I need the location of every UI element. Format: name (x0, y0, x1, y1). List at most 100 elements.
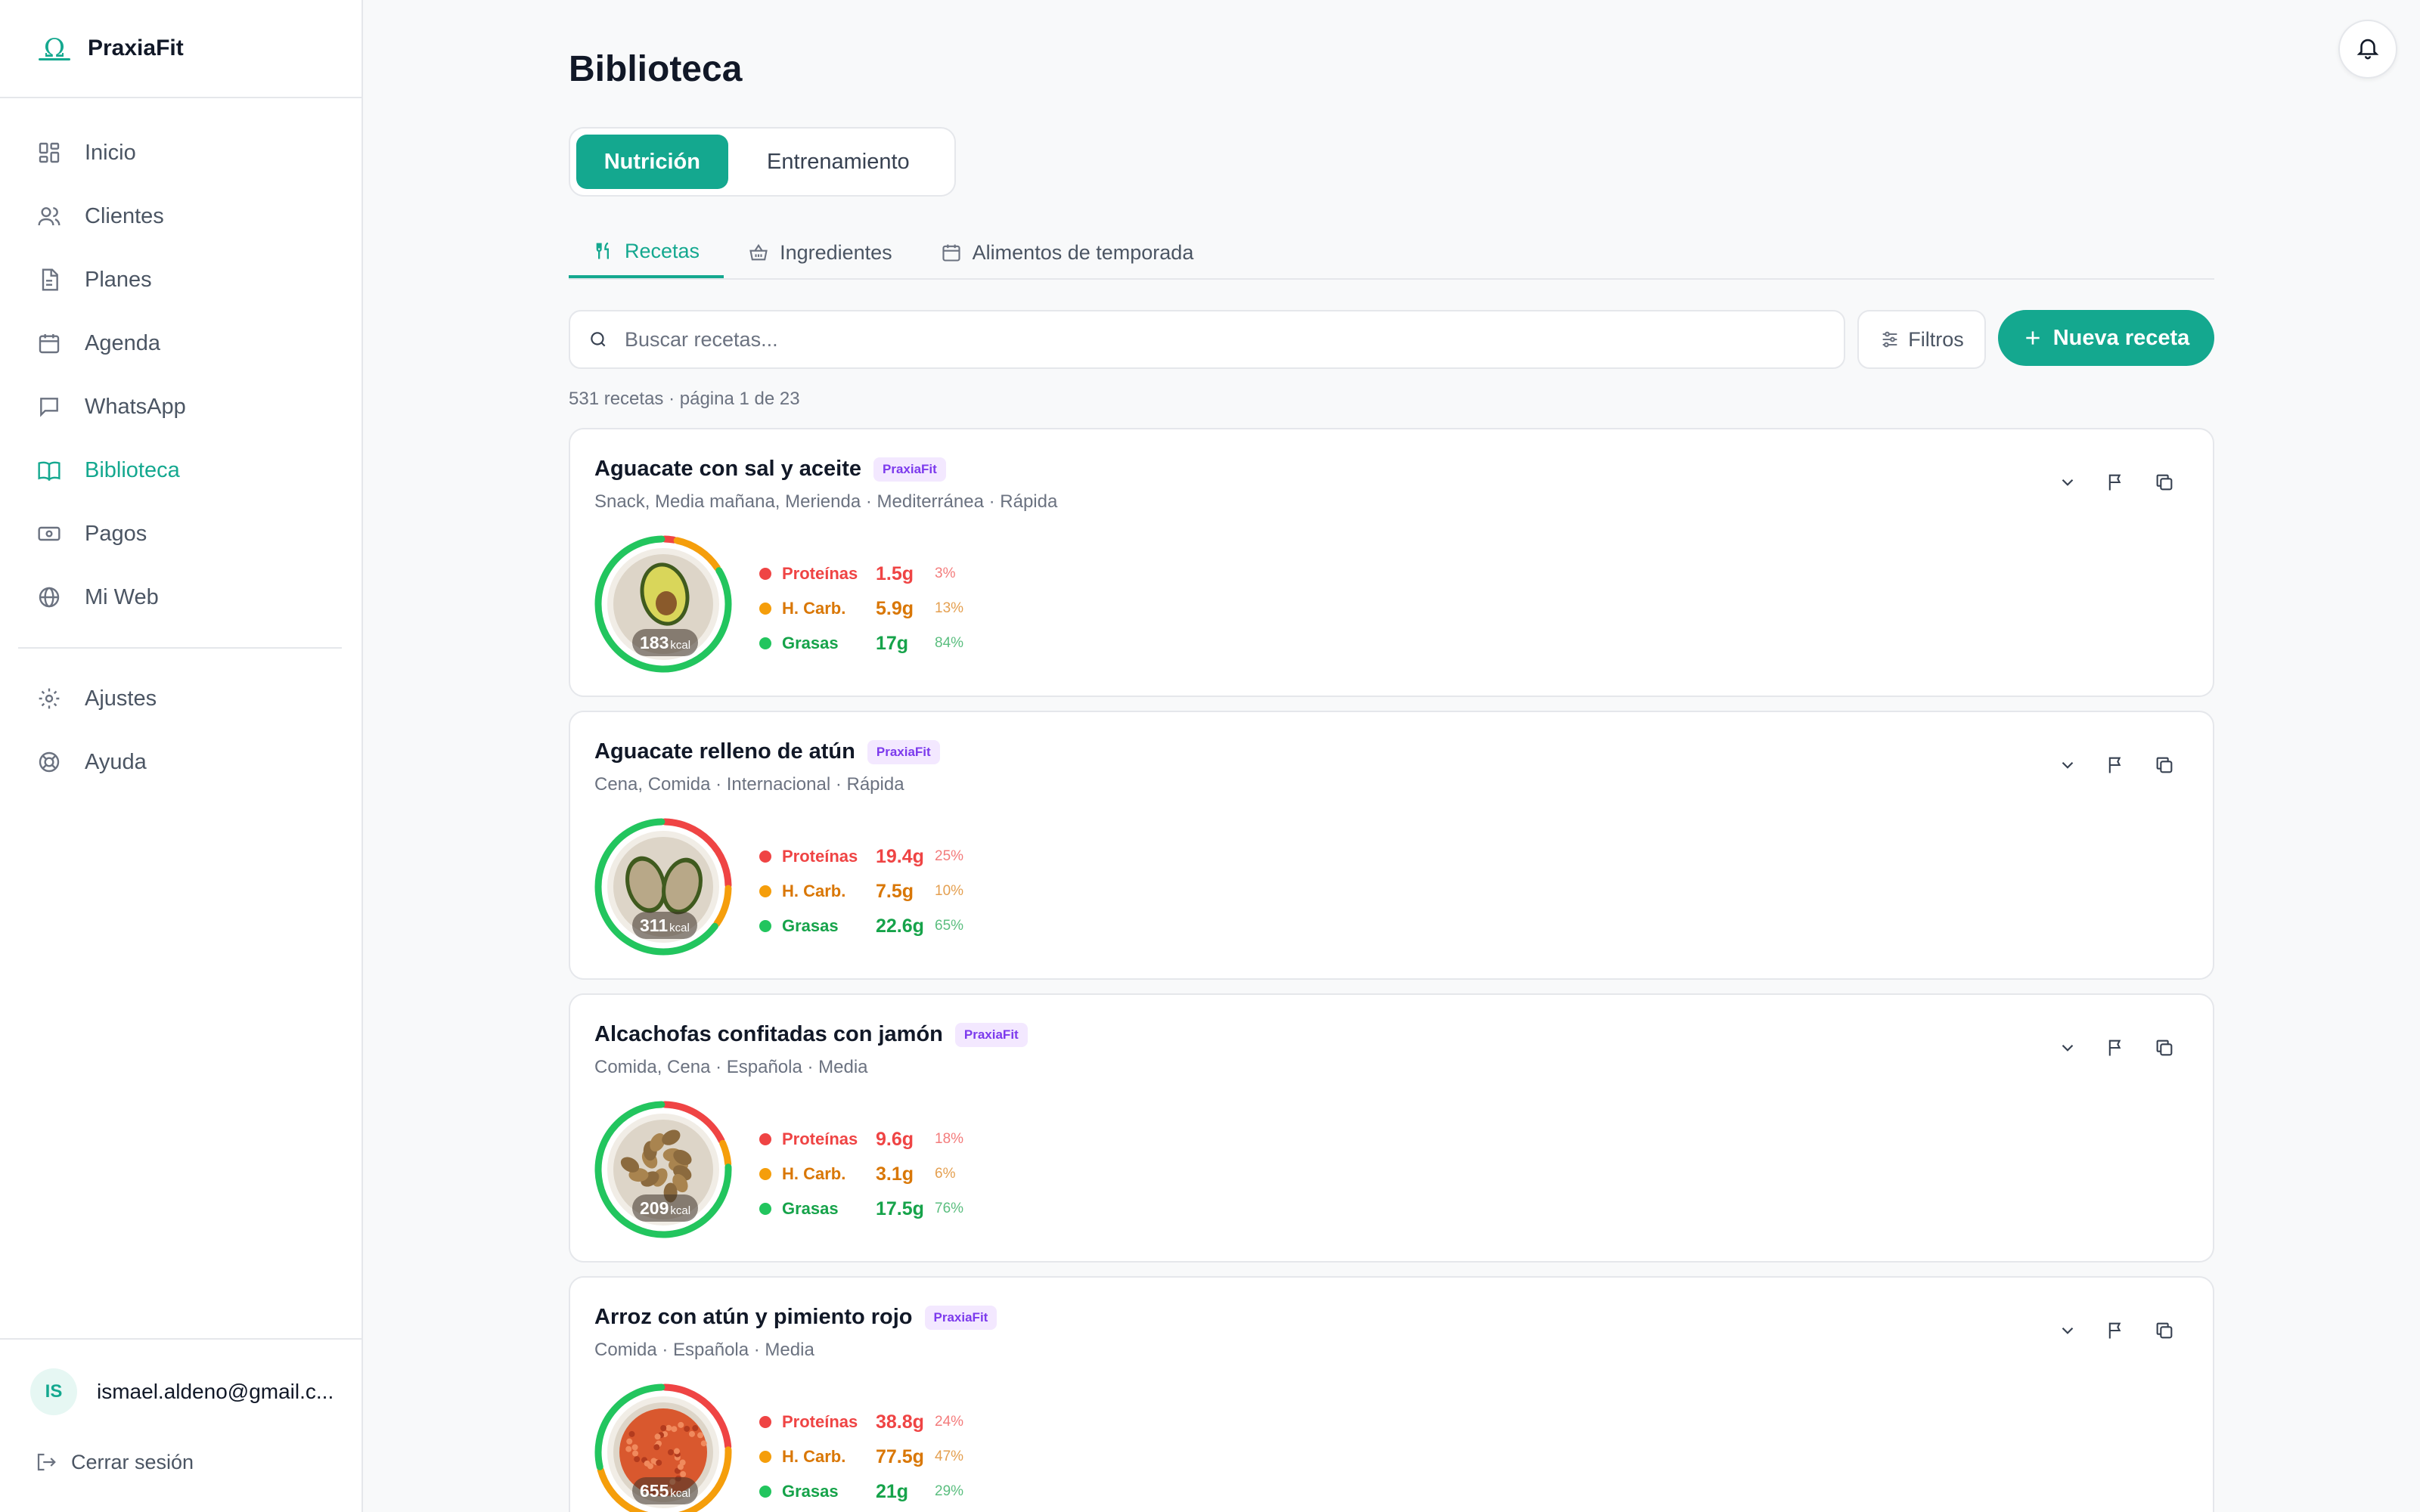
sidebar-item-clientes[interactable]: Clientes (0, 184, 361, 248)
copy-icon[interactable] (2149, 467, 2180, 497)
sidebar-item-mi-web[interactable]: Mi Web (0, 565, 361, 629)
sidebar-item-label: Clientes (85, 203, 164, 228)
macro-value: 19.4g (876, 845, 924, 867)
notifications-button[interactable] (2338, 20, 2397, 79)
macro-value: 21g (876, 1480, 909, 1502)
tab-label: Recetas (625, 239, 700, 262)
macro-value: 9.6g (876, 1128, 914, 1150)
sidebar-item-whatsapp[interactable]: WhatsApp (0, 375, 361, 438)
user-profile[interactable]: IS ismael.aldeno@gmail.c... (0, 1340, 361, 1415)
flag-icon[interactable] (2101, 750, 2131, 780)
protein-dot (759, 1133, 771, 1145)
source-badge: PraxiaFit (873, 457, 946, 482)
chevron-down-icon[interactable] (2052, 1315, 2083, 1346)
basket-icon (748, 241, 771, 264)
macro-pct: 13% (935, 600, 964, 616)
macro-value: 1.5g (876, 562, 914, 584)
plus-icon (2023, 328, 2043, 348)
kcal-unit: kcal (670, 639, 691, 652)
chevron-down-icon[interactable] (2052, 1033, 2083, 1063)
sidebar-item-biblioteca[interactable]: Biblioteca (0, 438, 361, 502)
recipe-card[interactable]: Alcachofas confitadas con jamón PraxiaFi… (569, 993, 2214, 1263)
macro-donut: 209 kcal (593, 1099, 734, 1240)
filters-label: Filtros (1908, 327, 1964, 351)
logout-button[interactable]: Cerrar sesión (0, 1415, 361, 1476)
sidebar-item-ayuda[interactable]: Ayuda (0, 730, 361, 794)
macro-value: 77.5g (876, 1445, 924, 1467)
recipe-card[interactable]: Aguacate con sal y aceite PraxiaFit Snac… (569, 428, 2214, 697)
recipe-name: Aguacate con sal y aceite (594, 457, 861, 481)
macro-value: 3.1g (876, 1163, 914, 1185)
search-input[interactable] (625, 327, 1759, 352)
kcal-badge: 209 kcal (632, 1194, 699, 1222)
new-recipe-button[interactable]: Nueva receta (1998, 310, 2214, 366)
recipe-actions (2034, 467, 2180, 497)
chevron-down-icon[interactable] (2052, 467, 2083, 497)
chevron-down-icon[interactable] (2052, 750, 2083, 780)
flag-icon[interactable] (2101, 467, 2131, 497)
recipe-name: Arroz con atún y pimiento rojo (594, 1305, 913, 1329)
macro-donut: 183 kcal (593, 534, 734, 674)
carbs-dot (759, 603, 771, 615)
source-badge: PraxiaFit (924, 1305, 997, 1330)
macro-fat: Grasas 17.5g 76% (759, 1191, 963, 1226)
macro-pct: 84% (935, 635, 964, 651)
macro-label: H. Carb. (782, 881, 846, 900)
sliders-icon (1879, 329, 1900, 350)
recipe-meta: Snack, Media mañana, Merienda · Mediterr… (594, 491, 1058, 512)
fat-dot (759, 1486, 771, 1498)
macro-carbs: H. Carb. 3.1g 6% (759, 1157, 963, 1191)
sidebar-item-pagos[interactable]: Pagos (0, 502, 361, 565)
kcal-unit: kcal (670, 1487, 691, 1500)
macro-pct: 6% (935, 1166, 956, 1182)
macro-pct: 65% (935, 918, 964, 934)
recipe-title-row: Alcachofas confitadas con jamón PraxiaFi… (594, 1022, 1028, 1047)
copy-icon[interactable] (2149, 750, 2180, 780)
filters-button[interactable]: Filtros (1857, 310, 1986, 369)
copy-icon[interactable] (2149, 1033, 2180, 1063)
protein-dot (759, 568, 771, 580)
sidebar-item-label: Pagos (85, 521, 147, 546)
sidebar-item-planes[interactable]: Planes (0, 248, 361, 311)
fat-dot (759, 1203, 771, 1215)
bell-icon (2355, 35, 2381, 64)
document-icon (35, 265, 64, 294)
segment-entrenamiento[interactable]: Entrenamiento (728, 135, 948, 189)
sidebar-item-label: WhatsApp (85, 394, 186, 419)
sidebar-item-inicio[interactable]: Inicio (0, 121, 361, 184)
macro-label: Proteínas (782, 564, 858, 583)
recipe-title-row: Arroz con atún y pimiento rojo PraxiaFit (594, 1305, 997, 1330)
macro-carbs: H. Carb. 77.5g 47% (759, 1439, 963, 1474)
flag-icon[interactable] (2101, 1315, 2131, 1346)
omega-logo-icon: Ω (33, 33, 76, 64)
sidebar: Ω PraxiaFit Inicio Clientes Planes Agend… (0, 0, 363, 1512)
users-icon (35, 202, 64, 231)
macro-donut: 311 kcal (593, 816, 734, 957)
source-badge: PraxiaFit (954, 1022, 1028, 1047)
brand[interactable]: Ω PraxiaFit (0, 0, 361, 98)
macro-value: 5.9g (876, 597, 914, 619)
segment-nutricion[interactable]: Nutrición (576, 135, 728, 189)
recipe-card[interactable]: Aguacate relleno de atún PraxiaFit Cena,… (569, 711, 2214, 980)
recipe-card[interactable]: Arroz con atún y pimiento rojo PraxiaFit… (569, 1276, 2214, 1512)
recipe-meta: Comida · Española · Media (594, 1340, 814, 1360)
carbs-dot (759, 885, 771, 897)
flag-icon[interactable] (2101, 1033, 2131, 1063)
macro-fat: Grasas 22.6g 65% (759, 909, 963, 943)
utensils-icon (593, 240, 616, 262)
macro-protein: Proteínas 9.6g 18% (759, 1122, 963, 1157)
recipe-actions (2034, 1033, 2180, 1063)
subtabs: Recetas Ingredientes Alimentos de tempor… (569, 227, 2214, 280)
tab-alimentos-temporada[interactable]: Alimentos de temporada (917, 227, 1218, 278)
sidebar-item-ajustes[interactable]: Ajustes (0, 667, 361, 730)
macro-pct: 76% (935, 1201, 964, 1216)
sidebar-nav: Inicio Clientes Planes Agenda WhatsApp B… (0, 98, 361, 794)
copy-icon[interactable] (2149, 1315, 2180, 1346)
recipe-list: Aguacate con sal y aceite PraxiaFit Snac… (569, 428, 2214, 1512)
logout-icon (35, 1448, 62, 1476)
sidebar-item-label: Inicio (85, 140, 136, 165)
sidebar-item-agenda[interactable]: Agenda (0, 311, 361, 375)
recipe-meta: Cena, Comida · Internacional · Rápida (594, 774, 904, 795)
tab-ingredientes[interactable]: Ingredientes (724, 227, 917, 278)
tab-recetas[interactable]: Recetas (569, 227, 724, 278)
